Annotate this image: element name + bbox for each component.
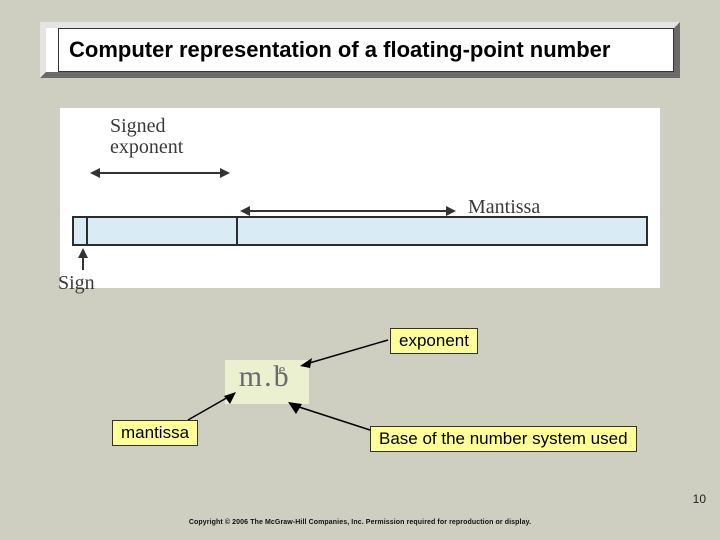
base-arrow-icon: [288, 402, 372, 432]
float-layout-figure: Signed exponent Mantissa Sign: [60, 108, 660, 288]
base-annotation: Base of the number system used: [370, 426, 637, 452]
register-sign-bit: [74, 218, 88, 244]
title-inner: Computer representation of a floating-po…: [58, 28, 674, 72]
exponent-annotation: exponent: [390, 328, 478, 354]
register-bar: [72, 216, 648, 246]
title-panel: Computer representation of a floating-po…: [40, 22, 680, 78]
mantissa-arrow-icon: [186, 392, 236, 422]
copyright-text: Copyright © 2006 The McGraw-Hill Compani…: [0, 519, 720, 526]
mantissa-annotation: mantissa: [112, 420, 198, 446]
sign-label: Sign: [58, 272, 95, 295]
formula-m: m: [239, 360, 262, 394]
formula-dot: .: [264, 360, 272, 394]
register-mantissa-field: [238, 218, 646, 244]
slide-title: Computer representation of a floating-po…: [69, 37, 610, 63]
register-exponent-field: [88, 218, 238, 244]
formula-e: e: [279, 362, 286, 379]
exponent-arrow-icon: [300, 338, 390, 368]
slide-number: 10: [693, 492, 706, 506]
formula-box: m . b e: [225, 360, 309, 404]
sign-arrow-icon: [76, 248, 90, 270]
signed-exponent-label: Signed exponent: [110, 116, 183, 158]
signed-exponent-arrow-icon: [90, 164, 230, 182]
